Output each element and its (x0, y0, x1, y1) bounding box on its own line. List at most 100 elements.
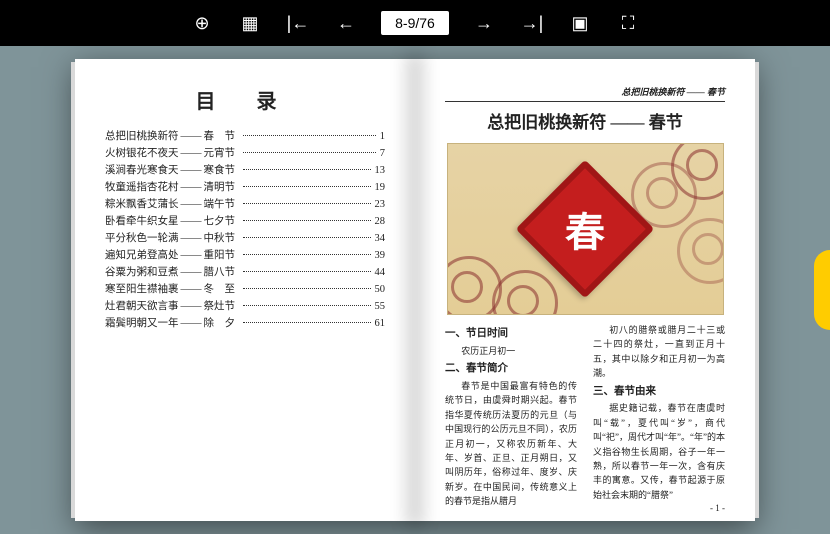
toc-separator: —— (181, 268, 202, 279)
toc-leader-dots (243, 186, 371, 187)
toc-row[interactable]: 火树银花不夜天——元宵节 7 (105, 149, 385, 160)
toc-entry-sub: 春 节 (204, 132, 236, 143)
thumbnails-icon[interactable]: ▦ (237, 10, 263, 36)
toc-entry-sub: 元宵节 (204, 149, 236, 160)
section-text: 据史籍记载，春节在唐虞时叫“载”，夏代叫“岁”，商代叫“祀”，周代才叫“年”。“… (593, 401, 725, 502)
toc-entry-page: 44 (375, 268, 386, 279)
toc-entry-page: 39 (375, 251, 386, 262)
toc-entry-title: 遍知兄弟登高处 (105, 251, 179, 262)
cloud-ornament-icon (677, 218, 724, 284)
toc-entry-page: 1 (380, 132, 385, 143)
toc-entry-title: 卧看牵牛织女星 (105, 217, 179, 228)
toc-row[interactable]: 谷粟为粥和豆煮——腊八节 44 (105, 268, 385, 279)
toc-separator: —— (181, 251, 202, 262)
toc-row[interactable]: 平分秋色一轮满——中秋节34 (105, 234, 385, 245)
toc-row[interactable]: 卧看牵牛织女星——七夕节28 (105, 217, 385, 228)
toc-row[interactable]: 牧童遥指杏花村——清明节 19 (105, 183, 385, 194)
toc-leader-dots (243, 169, 371, 170)
toc-entry-page: 55 (375, 302, 386, 313)
toc-leader-dots (243, 288, 371, 289)
page-indicator[interactable]: 8-9/76 (381, 11, 449, 35)
toc-separator: —— (181, 200, 202, 211)
toc-separator: —— (181, 132, 202, 143)
toc-entry-title: 总把旧桃换新符 (105, 132, 179, 143)
toc-entry-sub: 中秋节 (204, 234, 236, 245)
toc-row[interactable]: 遍知兄弟登高处——重阳节 39 (105, 251, 385, 262)
toc-entry-sub: 重阳节 (204, 251, 236, 262)
toc-entry-page: 19 (375, 183, 386, 194)
toc-leader-dots (243, 271, 371, 272)
viewer-stage: 目 录 总把旧桃换新符——春 节1火树银花不夜天——元宵节7溪涧春光寒食天——寒… (0, 46, 830, 534)
toc-entry-title: 牧童遥指杏花村 (105, 183, 179, 194)
running-head: 总把旧桃换新符 —— 春节 (445, 85, 725, 102)
toc-entry-sub: 寒食节 (204, 166, 236, 177)
toc-separator: —— (181, 166, 202, 177)
article-body: 一、节日时间 农历正月初一 二、春节简介 春节是中国最富有特色的传统节日，由虞舜… (445, 323, 725, 509)
last-page-icon[interactable]: →| (519, 10, 545, 36)
toc-entry-sub: 清明节 (204, 183, 236, 194)
book-spread: 目 录 总把旧桃换新符——春 节1火树银花不夜天——元宵节7溪涧春光寒食天——寒… (75, 59, 755, 521)
toc-entry-sub: 腊八节 (204, 268, 236, 279)
single-page-icon[interactable]: ▣ (567, 10, 593, 36)
toc-leader-dots (243, 305, 371, 306)
cloud-ornament-icon (492, 270, 558, 315)
toc-entry-sub: 端午节 (204, 200, 236, 211)
toc-list: 总把旧桃换新符——春 节1火树银花不夜天——元宵节7溪涧春光寒食天——寒食节13… (105, 132, 385, 330)
zoom-in-icon[interactable]: ⊕ (189, 10, 215, 36)
toc-entry-page: 61 (375, 319, 386, 330)
section-text: 农历正月初一 (445, 344, 577, 358)
toc-leader-dots (243, 322, 371, 323)
toc-entry-sub: 除 夕 (204, 319, 236, 330)
side-tab[interactable] (814, 250, 830, 330)
section-heading: 二、春节简介 (445, 361, 577, 378)
section-text: 春节是中国最富有特色的传统节日，由虞舜时期兴起。春节指华夏传统历法夏历的元旦（与… (445, 379, 577, 509)
toc-entry-title: 谷粟为粥和豆煮 (105, 268, 179, 279)
toc-separator: —— (181, 183, 202, 194)
toc-row[interactable]: 总把旧桃换新符——春 节 1 (105, 132, 385, 143)
toc-entry-title: 平分秋色一轮满 (105, 234, 179, 245)
hero-char: 春 (565, 200, 605, 258)
toc-entry-sub: 祭灶节 (204, 302, 236, 313)
toc-entry-page: 34 (375, 234, 386, 245)
toc-entry-title: 火树银花不夜天 (105, 149, 179, 160)
section-text: 初八的腊祭或腊月二十三或二十四的祭灶，一直到正月十五，其中以除夕和正月初一为高潮… (593, 323, 725, 381)
toc-entry-page: 50 (375, 285, 386, 296)
toc-row[interactable]: 灶君朝天欲言事——祭灶节 55 (105, 302, 385, 313)
toc-leader-dots (243, 152, 376, 153)
toc-entry-sub: 七夕节 (204, 217, 236, 228)
toc-entry-sub: 冬 至 (204, 285, 236, 296)
toc-separator: —— (181, 285, 202, 296)
toc-entry-page: 23 (375, 200, 386, 211)
toc-entry-page: 7 (380, 149, 385, 160)
toc-entry-page: 13 (375, 166, 386, 177)
page-left: 目 录 总把旧桃换新符——春 节1火树银花不夜天——元宵节7溪涧春光寒食天——寒… (75, 59, 415, 521)
toc-entry-title: 粽米飘香艾蒲长 (105, 200, 179, 211)
next-page-icon[interactable]: → (471, 10, 497, 36)
section-heading: 一、节日时间 (445, 326, 577, 343)
first-page-icon[interactable]: |← (285, 10, 311, 36)
viewer-toolbar: ⊕ ▦ |← ← 8-9/76 → →| ▣ ⛶ (0, 0, 830, 46)
section-heading: 三、春节由来 (593, 384, 725, 401)
prev-page-icon[interactable]: ← (333, 10, 359, 36)
toc-separator: —— (181, 149, 202, 160)
toc-separator: —— (181, 302, 202, 313)
hero-image: 春 (447, 143, 724, 315)
toc-leader-dots (243, 135, 376, 136)
toc-row[interactable]: 粽米飘香艾蒲长——端午节 23 (105, 200, 385, 211)
toc-leader-dots (243, 237, 371, 238)
toc-entry-page: 28 (375, 217, 386, 228)
toc-entry-title: 寒至阳生襟袖裹 (105, 285, 179, 296)
fullscreen-icon[interactable]: ⛶ (615, 10, 641, 36)
page-right: 总把旧桃换新符 —— 春节 总把旧桃换新符 —— 春节 春 一、节日时间 农历正… (415, 59, 755, 521)
toc-row[interactable]: 霜鬓明朝又一年——除 夕 61 (105, 319, 385, 330)
article-title: 总把旧桃换新符 —— 春节 (445, 108, 725, 133)
page-number: - 1 - (710, 503, 725, 513)
toc-heading: 目 录 (105, 85, 385, 114)
toc-row[interactable]: 溪涧春光寒食天——寒食节 13 (105, 166, 385, 177)
toc-entry-title: 霜鬓明朝又一年 (105, 319, 179, 330)
toc-entry-title: 溪涧春光寒食天 (105, 166, 179, 177)
toc-separator: —— (181, 319, 202, 330)
toc-entry-title: 灶君朝天欲言事 (105, 302, 179, 313)
toc-leader-dots (243, 203, 371, 204)
toc-row[interactable]: 寒至阳生襟袖裹——冬 至 50 (105, 285, 385, 296)
